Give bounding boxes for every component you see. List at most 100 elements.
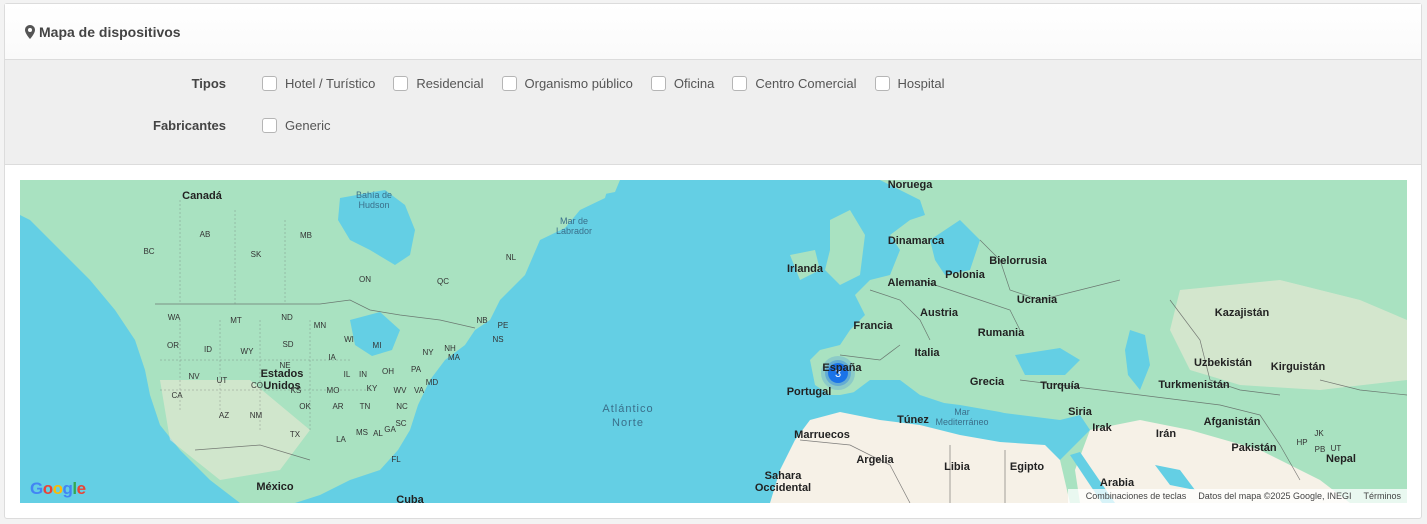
british-isles (825, 210, 865, 285)
label-egipto: Egipto (1010, 461, 1044, 473)
label-cuba: Cuba (396, 494, 424, 503)
region-label: SK (251, 250, 262, 259)
region-label: MB (300, 231, 312, 240)
label-sahara-1: Sahara (765, 470, 803, 482)
region-label: WV (394, 386, 408, 395)
region-label: MD (426, 378, 439, 387)
label-nepal: Nepal (1326, 453, 1356, 465)
label-portugal: Portugal (787, 386, 832, 398)
region-label: NE (279, 361, 290, 370)
north-america-land (20, 180, 610, 503)
tipos-label: Tipos (191, 76, 226, 91)
label-espana: España (822, 362, 862, 374)
region-label: FL (391, 455, 401, 464)
tipo-option[interactable]: Hotel / Turístico (262, 76, 375, 91)
checkbox[interactable] (732, 76, 748, 91)
region-label: NC (396, 402, 408, 411)
checkbox[interactable] (650, 76, 666, 91)
fabricante-option[interactable]: Generic (262, 118, 331, 133)
label-iran: Irán (1156, 428, 1176, 440)
label-kirguistan: Kirguistán (1271, 361, 1326, 373)
label-ucrania: Ucrania (1017, 294, 1058, 306)
label-labrador-2: Labrador (556, 226, 592, 236)
world-map[interactable]: 3 Canadá Estados Unidos México Cuba Noru… (20, 180, 1407, 503)
region-label: OK (299, 402, 311, 411)
region-label: AL (373, 429, 383, 438)
region-label: IA (328, 353, 336, 362)
panel-title: Mapa de dispositivos (39, 23, 181, 40)
region-label: OR (167, 341, 179, 350)
region-label: NB (476, 316, 487, 325)
label-noruega: Noruega (888, 180, 934, 191)
label-afganistan: Afganistán (1204, 416, 1261, 428)
region-label: NL (506, 253, 517, 262)
tipo-option[interactable]: Organismo público (501, 76, 633, 91)
region-label: WI (344, 335, 354, 344)
checkbox[interactable] (874, 76, 890, 91)
label-bielorrusia: Bielorrusia (989, 255, 1047, 267)
label-irak: Irak (1092, 422, 1112, 434)
devices-map-panel: Mapa de dispositivos Tipos Hotel / Turís… (4, 3, 1422, 519)
region-label: NS (492, 335, 503, 344)
tipo-option[interactable]: Hospital (874, 76, 945, 91)
region-label: TN (360, 402, 371, 411)
map-data-text: Datos del mapa ©2025 Google, INEGI (1198, 491, 1352, 501)
region-label: AR (332, 402, 343, 411)
label-libia: Libia (944, 461, 971, 473)
tipos-row: Tipos Hotel / Turístico Residencial Orga… (5, 76, 963, 91)
label-med-2: Mediterráneo (935, 417, 988, 427)
terms-link[interactable]: Términos (1363, 491, 1401, 501)
region-label: PE (498, 321, 509, 330)
label-marruecos: Marruecos (794, 429, 850, 441)
region-label: GA (384, 425, 396, 434)
map-canvas[interactable]: 3 Canadá Estados Unidos México Cuba Noru… (20, 180, 1407, 503)
label-grecia: Grecia (970, 376, 1005, 388)
region-label: PA (411, 365, 422, 374)
tipo-option[interactable]: Centro Comercial (732, 76, 857, 91)
checkbox[interactable] (393, 76, 409, 91)
region-label: TX (290, 430, 301, 439)
fabricantes-label: Fabricantes (153, 118, 226, 133)
region-label: BC (143, 247, 154, 256)
region-label: KY (367, 384, 378, 393)
label-italia: Italia (914, 347, 940, 359)
region-label: SD (282, 340, 293, 349)
label-atlantic-2: Norte (612, 417, 644, 429)
region-label: JK (1314, 429, 1324, 438)
region-label: IL (344, 370, 351, 379)
checkbox[interactable] (262, 76, 277, 91)
region-label: MI (373, 341, 382, 350)
region-label: VA (414, 386, 425, 395)
label-mexico: México (256, 481, 294, 493)
region-label: IN (359, 370, 367, 379)
region-label: OH (382, 367, 394, 376)
map-attribution: Combinaciones de teclas Datos del mapa ©… (1067, 489, 1407, 503)
label-tunez: Túnez (897, 414, 929, 426)
label-turquia: Turquía (1040, 380, 1080, 392)
tipo-option[interactable]: Oficina (650, 76, 714, 91)
label-labrador-1: Mar de (560, 216, 588, 226)
region-label: LA (336, 435, 346, 444)
region-label: NV (188, 372, 200, 381)
tipo-option[interactable]: Residencial (393, 76, 484, 91)
region-label: ID (204, 345, 212, 354)
checkbox[interactable] (501, 76, 517, 91)
checkbox[interactable] (262, 118, 277, 133)
label-med-1: Mar (954, 407, 970, 417)
label-turkmenistan: Turkmenistán (1158, 379, 1230, 391)
region-label: UT (217, 376, 228, 385)
label-austria: Austria (920, 307, 959, 319)
label-polonia: Polonia (945, 269, 986, 281)
region-label: SC (395, 419, 406, 428)
keyboard-shortcuts-link[interactable]: Combinaciones de teclas (1086, 491, 1187, 501)
panel-heading: Mapa de dispositivos (5, 4, 1421, 60)
region-label: QC (437, 277, 449, 286)
region-label: WY (241, 347, 255, 356)
label-kazajistan: Kazajistán (1215, 307, 1270, 319)
region-label: PB (1315, 445, 1326, 454)
label-francia: Francia (853, 320, 893, 332)
label-hudson-2: Hudson (358, 200, 389, 210)
label-irlanda: Irlanda (787, 263, 824, 275)
region-label: AZ (219, 411, 229, 420)
region-label: AB (200, 230, 211, 239)
